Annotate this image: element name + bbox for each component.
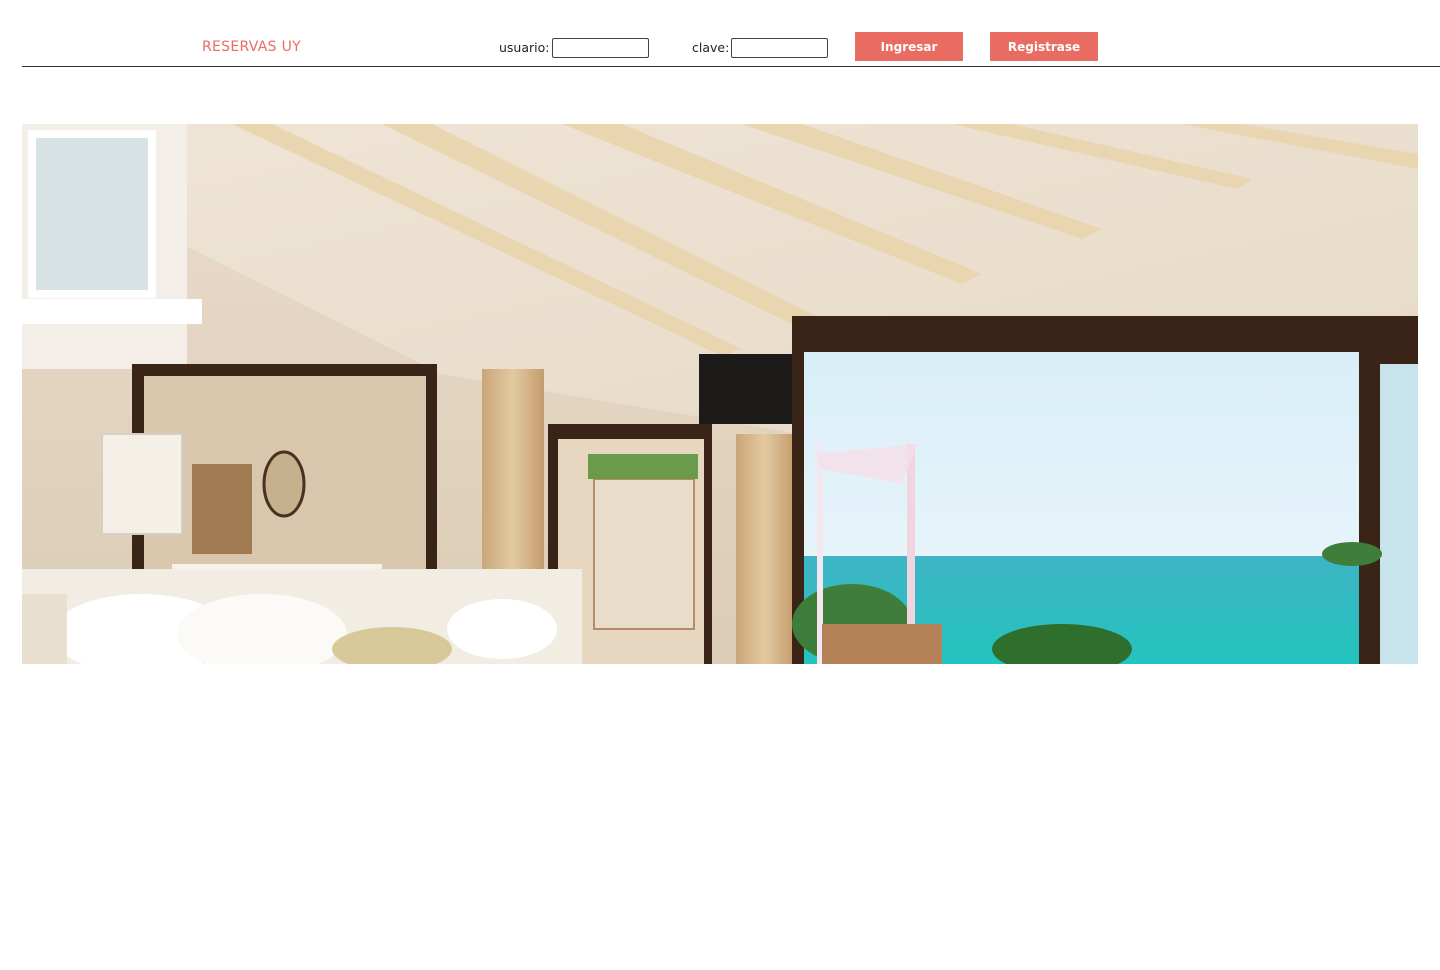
user-input[interactable] (552, 38, 649, 58)
top-bar: RESERVAS UY usuario: clave: Ingresar Reg… (22, 0, 1440, 67)
password-label: clave: (692, 40, 730, 55)
brand-logo[interactable]: RESERVAS UY (202, 39, 301, 55)
hero-image (22, 124, 1418, 664)
hotel-room-illustration (22, 124, 1418, 664)
login-button[interactable]: Ingresar (855, 32, 963, 61)
password-input[interactable] (731, 38, 828, 58)
user-label: usuario: (499, 40, 550, 55)
register-button[interactable]: Registrase (990, 32, 1098, 61)
